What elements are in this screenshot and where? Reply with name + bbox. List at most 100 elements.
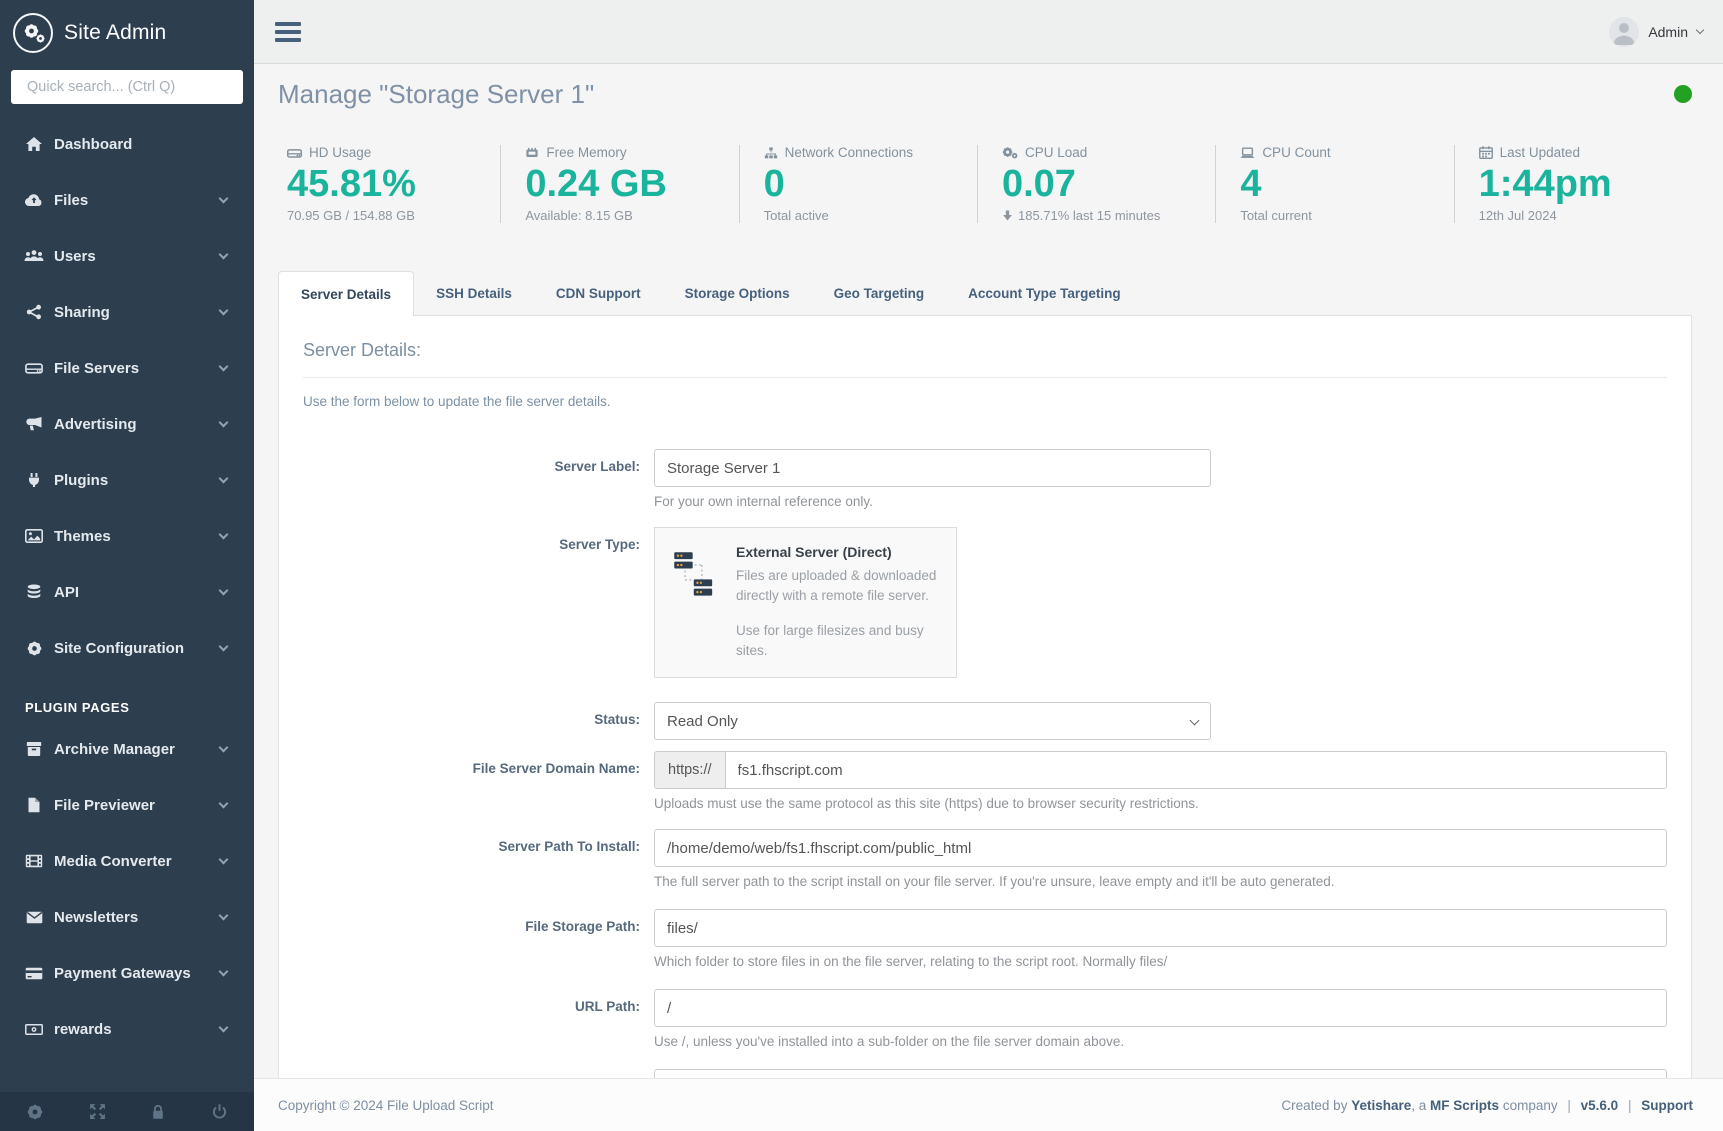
sidebar-item-media-converter[interactable]: Media Converter: [0, 833, 254, 889]
envelope-icon: [24, 911, 44, 924]
next-field-input-partial[interactable]: [654, 1069, 1667, 1078]
tab-geo-targeting[interactable]: Geo Targeting: [812, 271, 947, 316]
bullhorn-icon: [24, 416, 44, 432]
gear-icon: [24, 640, 44, 657]
panel-heading: Server Details:: [303, 332, 1667, 361]
file-icon: [24, 797, 44, 813]
menu-hamburger-icon[interactable]: [271, 18, 305, 46]
tab-storage-options[interactable]: Storage Options: [663, 271, 812, 316]
calendar-icon-label: Last Updated: [1500, 145, 1580, 160]
gears-icon-label: CPU Load: [1025, 145, 1087, 160]
status-row: Status: Read Only: [303, 702, 1667, 740]
chevron-down-icon: [219, 362, 229, 372]
next-field-row-partial: [303, 1069, 1667, 1078]
plug-icon: [24, 472, 44, 488]
server-type-card[interactable]: External Server (Direct) Files are uploa…: [654, 527, 957, 678]
chevron-down-icon: [219, 799, 229, 809]
tab-ssh-details[interactable]: SSH Details: [414, 271, 534, 316]
stat-sub: Total current: [1240, 208, 1443, 223]
stat-value: 0.07: [1002, 162, 1205, 206]
sidebar-item-sharing[interactable]: Sharing: [0, 284, 254, 340]
chevron-down-icon: [219, 911, 229, 921]
domain-row: File Server Domain Name: https:// Upload…: [303, 751, 1667, 811]
url-path-label: URL Path:: [303, 989, 654, 1049]
chevron-down-icon: [219, 967, 229, 977]
panel-intro: Use the form below to update the file se…: [303, 394, 1667, 409]
content-area: Manage "Storage Server 1" HD Usage 45.81…: [254, 64, 1723, 1078]
user-name-label: Admin: [1648, 24, 1688, 40]
app-root: Site Admin Dashboard Files: [0, 0, 1723, 1131]
sidebar-item-archive-manager[interactable]: Archive Manager: [0, 721, 254, 777]
user-menu[interactable]: Admin: [1609, 17, 1703, 47]
fullscreen-expand-icon[interactable]: [89, 1103, 106, 1120]
sidebar-item-payment-gateways[interactable]: Payment Gateways: [0, 945, 254, 1001]
domain-input[interactable]: [725, 751, 1667, 789]
tab-cdn-support[interactable]: CDN Support: [534, 271, 663, 316]
avatar: [1609, 17, 1639, 47]
sidebar-item-advertising[interactable]: Advertising: [0, 396, 254, 452]
stat-sub: Available: 8.15 GB: [525, 208, 728, 223]
status-label: Status:: [303, 702, 654, 740]
server-online-status-dot: [1674, 85, 1692, 103]
archive-icon: [24, 741, 44, 757]
stat-sub: Total active: [764, 208, 967, 223]
money-icon: [24, 1024, 44, 1035]
hdd-icon-label: HD Usage: [309, 145, 371, 160]
sidebar-item-newsletters[interactable]: Newsletters: [0, 889, 254, 945]
stat-hd-usage: HD Usage 45.81% 70.95 GB / 154.88 GB: [278, 145, 500, 223]
server-path-help: The full server path to the script insta…: [654, 874, 1667, 889]
mfscripts-link[interactable]: MF Scripts: [1430, 1098, 1499, 1113]
power-icon[interactable]: [211, 1103, 228, 1120]
page-title: Manage "Storage Server 1": [278, 78, 594, 110]
url-path-input[interactable]: [654, 989, 1667, 1027]
quick-search-input[interactable]: [11, 70, 243, 104]
stat-value: 0.24 GB: [525, 162, 728, 206]
sidebar-item-themes[interactable]: Themes: [0, 508, 254, 564]
sidebar-item-users[interactable]: Users: [0, 228, 254, 284]
footer: Copyright © 2024 File Upload Script Crea…: [254, 1078, 1723, 1131]
film-icon: [24, 854, 44, 868]
stat-cpu-count: CPU Count 4 Total current: [1215, 145, 1453, 223]
hdd-icon: [24, 361, 44, 375]
stat-free-memory: Free Memory 0.24 GB Available: 8.15 GB: [500, 145, 738, 223]
settings-gear-icon[interactable]: [26, 1103, 44, 1121]
server-path-input[interactable]: [654, 829, 1667, 867]
lock-icon[interactable]: [150, 1104, 166, 1120]
status-select[interactable]: Read Only: [654, 702, 1211, 740]
server-type-row: Server Type:: [303, 527, 1667, 678]
sidebar-item-dashboard[interactable]: Dashboard: [0, 116, 254, 172]
sidebar-item-site-configuration[interactable]: Site Configuration: [0, 620, 254, 676]
sidebar-item-rewards[interactable]: rewards: [0, 1001, 254, 1057]
server-type-desc2: Use for large filesizes and busy sites.: [736, 621, 942, 660]
stat-cpu-load: CPU Load 0.07 185.71% last 15 minutes: [977, 145, 1215, 223]
chevron-down-icon: [219, 855, 229, 865]
sidebar-item-files[interactable]: Files: [0, 172, 254, 228]
server-label-label: Server Label:: [303, 449, 654, 509]
sidebar-item-plugins[interactable]: Plugins: [0, 452, 254, 508]
tab-server-details[interactable]: Server Details: [278, 271, 414, 316]
support-link[interactable]: Support: [1641, 1098, 1693, 1113]
domain-help: Uploads must use the same protocol as th…: [654, 796, 1667, 811]
sidebar-item-api[interactable]: API: [0, 564, 254, 620]
storage-path-label: File Storage Path:: [303, 909, 654, 969]
storage-path-input[interactable]: [654, 909, 1667, 947]
sidebar-item-file-previewer[interactable]: File Previewer: [0, 777, 254, 833]
users-icon: [24, 249, 44, 263]
tab-account-type-targeting[interactable]: Account Type Targeting: [946, 271, 1143, 316]
sidebar-bottom-bar: [0, 1092, 254, 1131]
image-icon: [24, 529, 44, 543]
home-icon: [24, 136, 44, 152]
url-path-help: Use /, unless you've installed into a su…: [654, 1034, 1667, 1049]
server-label-input[interactable]: [654, 449, 1211, 487]
sitemap-icon-label: Network Connections: [785, 145, 913, 160]
yetishare-link[interactable]: Yetishare: [1351, 1098, 1411, 1113]
chevron-down-icon: [219, 194, 229, 204]
server-type-desc: Files are uploaded & downloaded directly…: [736, 566, 942, 605]
sidebar-item-file-servers[interactable]: File Servers: [0, 340, 254, 396]
share-icon: [24, 304, 44, 320]
servers-network-icon: [671, 550, 723, 677]
sidebar-nav: Dashboard Files Users: [0, 116, 254, 1057]
main-area: Admin Manage "Storage Server 1" HD Usage…: [254, 0, 1723, 1131]
server-label-row: Server Label: For your own internal refe…: [303, 449, 1667, 509]
stat-value: 0: [764, 162, 967, 206]
